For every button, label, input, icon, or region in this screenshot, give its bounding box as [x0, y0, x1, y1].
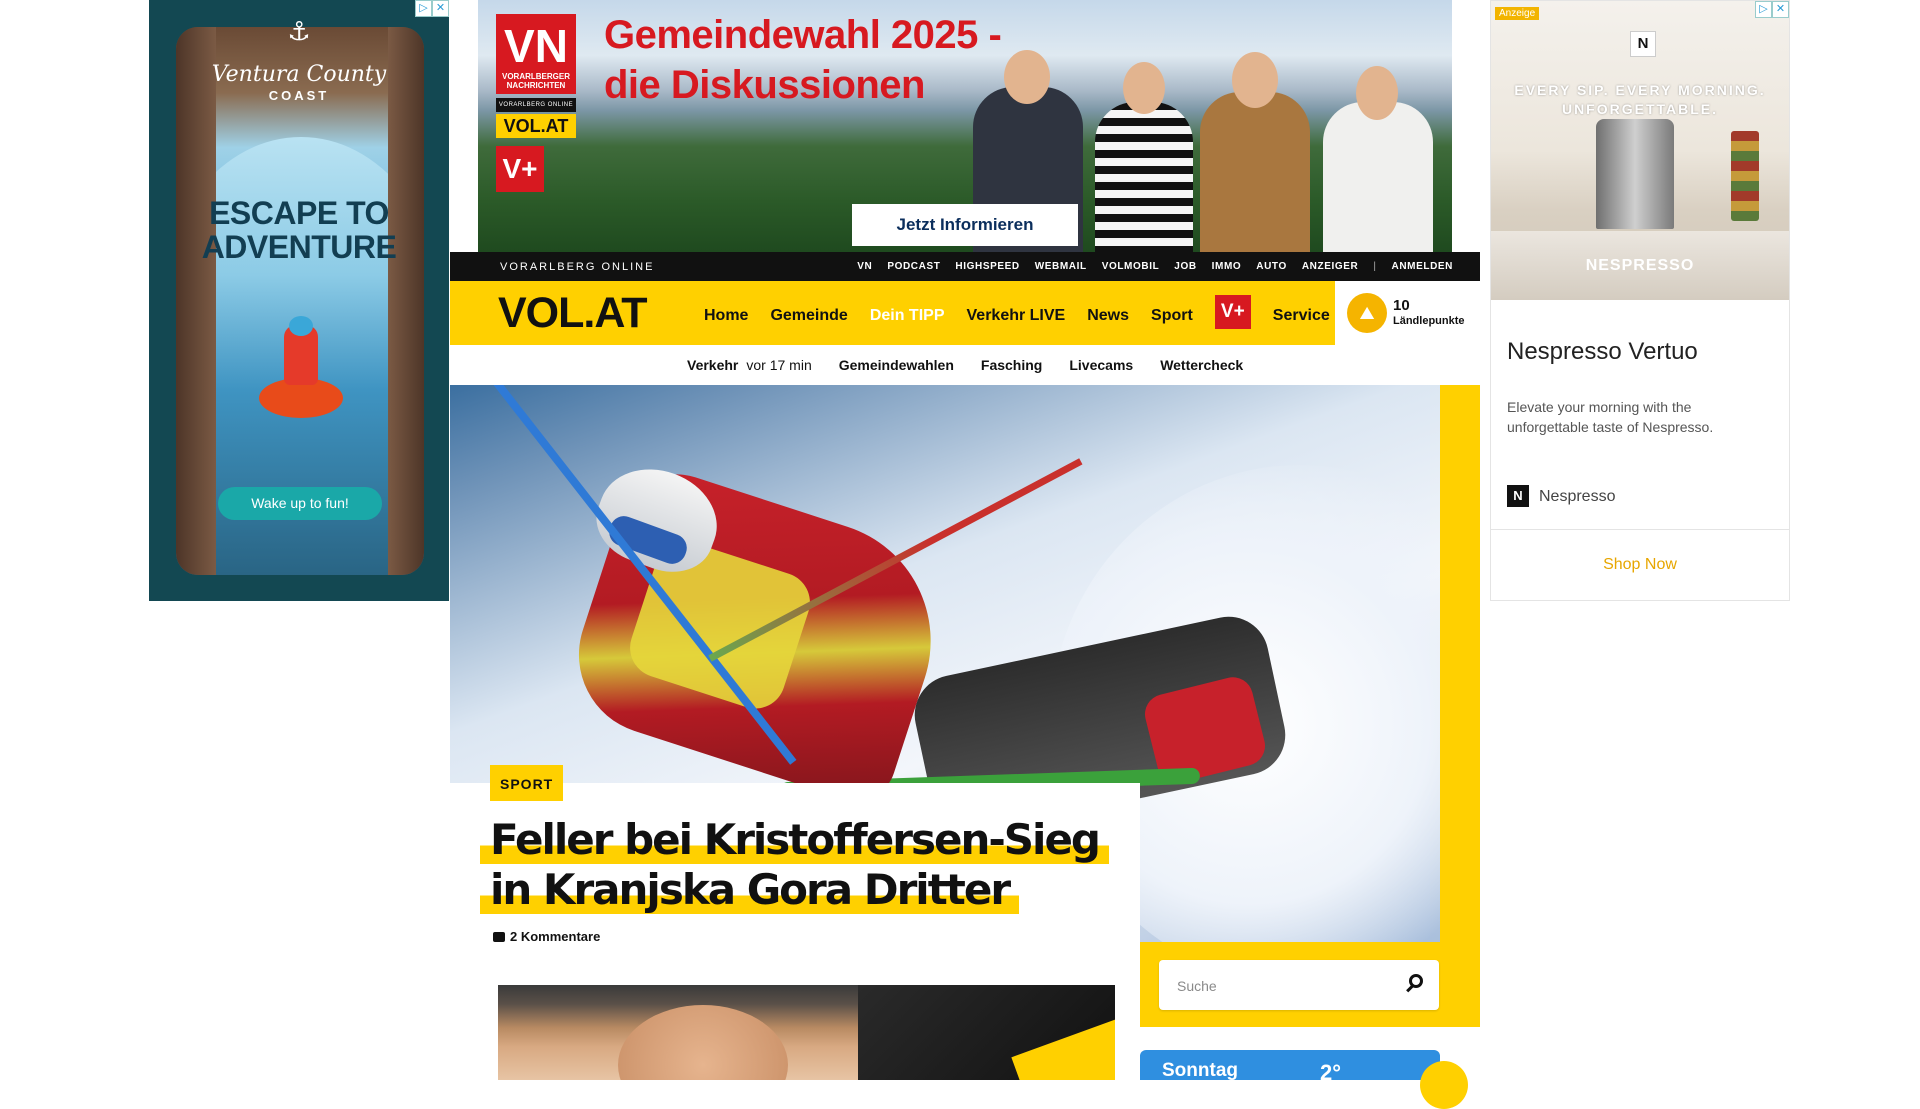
nav-item-sport[interactable]: Sport [1151, 307, 1193, 325]
mountain-icon: ⛰ [1347, 293, 1387, 333]
weather-day: Sonntag [1162, 1060, 1238, 1081]
points-label: Ländlepunkte [1393, 315, 1465, 327]
vn-sub-caption: VORARLBERG ONLINE [496, 98, 576, 112]
login-link[interactable]: ANMELDEN [1392, 261, 1453, 272]
utility-separator: | [1373, 261, 1377, 272]
utility-link-auto[interactable]: AUTO [1256, 261, 1287, 272]
ad-top-title-line2: die Diskussionen [604, 63, 925, 107]
nav-item-verkehr-live[interactable]: Verkehr LIVE [967, 307, 1066, 325]
adchoices-icon[interactable]: ▷ ✕ [415, 0, 449, 17]
nespresso-logo-icon: N [1630, 31, 1656, 57]
site-logo[interactable]: VOL.AT [498, 289, 647, 337]
nav-item-service[interactable]: Service [1273, 307, 1330, 325]
hero-headline[interactable]: Feller bei Kristoffersen-Sieg in Kranjsk… [480, 815, 1140, 915]
ad-left-brand-sub: COAST [268, 88, 330, 103]
panel-person-4 [1323, 102, 1433, 252]
utility-link-volmobil[interactable]: VOLMOBIL [1102, 261, 1160, 272]
ad-top-banner[interactable]: VN VORARLBERGER NACHRICHTEN VORARLBERG O… [478, 0, 1452, 252]
comment-icon [493, 931, 505, 942]
nav-item-dein-tipp[interactable]: Dein TIPP [870, 307, 945, 325]
hero-headline-text: Feller bei Kristoffersen-Sieg in Kranjsk… [480, 815, 1109, 914]
subnav-item-wettercheck[interactable]: Wettercheck [1160, 357, 1243, 373]
shop-now-button[interactable]: Shop Now [1491, 556, 1789, 574]
main-nav-items: Home Gemeinde Dein TIPP Verkehr LIVE New… [704, 295, 1330, 329]
utility-link-highspeed[interactable]: HIGHSPEED [955, 261, 1019, 272]
comments-link[interactable]: 2 Kommentare [493, 929, 600, 944]
nav-item-home[interactable]: Home [704, 307, 748, 325]
ad-right-divider [1491, 529, 1789, 530]
panel-person-2-head [1123, 62, 1165, 114]
utility-link-immo[interactable]: IMMO [1212, 261, 1242, 272]
advertiser-name[interactable]: Nespresso [1539, 488, 1615, 506]
utility-links: VN PODCAST HIGHSPEED WEBMAIL VOLMOBIL JO… [857, 261, 1453, 272]
ad-right-title[interactable]: Nespresso Vertuo [1507, 338, 1698, 366]
top-utility-bar: VORARLBERG ONLINE VN PODCAST HIGHSPEED W… [450, 252, 1480, 281]
subnav-verkehr-label: Verkehr [687, 357, 739, 373]
weather-widget[interactable]: Sonntag 2° [1140, 1050, 1440, 1085]
utility-link-anzeiger[interactable]: ANZEIGER [1302, 261, 1358, 272]
utility-link-job[interactable]: JOB [1174, 261, 1196, 272]
nav-item-gemeinde[interactable]: Gemeinde [770, 307, 847, 325]
hero-yellow-frame [1440, 385, 1480, 1027]
search-input[interactable] [1175, 973, 1399, 999]
panel-person-2 [1095, 102, 1193, 252]
vplus-logo: V+ [496, 146, 544, 192]
vn-logo: VN VORARLBERGER NACHRICHTEN [496, 14, 576, 94]
weather-temperature: 2° [1320, 1060, 1342, 1085]
ad-right-image[interactable]: Anzeige N EVERY SIP. EVERY MORNING. UNFO… [1491, 1, 1789, 300]
adchoices-icon[interactable]: ▷ ✕ [1755, 1, 1789, 18]
ad-right-slogan-line1: EVERY SIP. EVERY MORNING. [1514, 82, 1766, 98]
search-box [1159, 960, 1439, 1010]
nespresso-wordmark: NESPRESSO [1585, 257, 1695, 274]
utility-link-podcast[interactable]: PODCAST [887, 261, 940, 272]
ad-right-slogan: EVERY SIP. EVERY MORNING. UNFORGETTABLE. [1491, 81, 1789, 119]
ad-right-slogan-line2: UNFORGETTABLE. [1561, 101, 1719, 117]
article-teaser-image[interactable] [498, 985, 1115, 1080]
subnav-item-livecams[interactable]: Livecams [1069, 357, 1133, 373]
utility-link-webmail[interactable]: WEBMAIL [1035, 261, 1087, 272]
main-navigation: VOL.AT Home Gemeinde Dein TIPP Verkehr L… [450, 281, 1335, 345]
nav-item-news[interactable]: News [1087, 307, 1129, 325]
sub-nav-items: Verkehr vor 17 min Gemeindewahlen Faschin… [687, 357, 1243, 373]
panel-person-4-head [1356, 66, 1398, 120]
ad-left-headline: ESCAPE TO ADVENTURE [201, 195, 397, 265]
comments-count: 2 Kommentare [510, 929, 601, 944]
nav-vplus-button[interactable]: V+ [1214, 295, 1251, 329]
ad-top-title-line1: Gemeindewahl 2025 - [604, 13, 1002, 57]
subnav-verkehr-age: vor 17 min [746, 357, 812, 373]
ad-top-cta-button[interactable]: Jetzt Informieren [852, 204, 1078, 246]
sun-icon [1420, 1061, 1468, 1109]
coffee-machine-illustration [1596, 119, 1674, 229]
points-count: 10 [1393, 297, 1410, 314]
whale-tail-icon: ⚓ [287, 16, 311, 46]
panel-person-1-head [1004, 50, 1050, 104]
subnav-item-fasching[interactable]: Fasching [981, 357, 1042, 373]
volat-badge: VOL.AT [496, 114, 576, 138]
vn-logo-letters: VN [504, 20, 568, 72]
ad-left-brand: Ventura County [211, 62, 387, 87]
ad-left-skyscraper[interactable]: ▷ ✕ ⚓ Ventura County COAST ESCAPE TO ADVE… [149, 0, 449, 601]
utility-link-vn[interactable]: VN [857, 261, 872, 272]
subnav-item-gemeindewahlen[interactable]: Gemeindewahlen [839, 357, 954, 373]
sub-navigation: Verkehr vor 17 min Gemeindewahlen Faschin… [450, 345, 1480, 385]
ad-top-title: Gemeindewahl 2025 - die Diskussionen [604, 10, 1002, 110]
panel-person-3-head [1232, 52, 1278, 108]
points-widget[interactable]: ⛰ 10 Ländlepunkte [1335, 281, 1480, 345]
subnav-item-verkehr[interactable]: Verkehr vor 17 min [687, 357, 812, 373]
ad-label-badge: Anzeige [1495, 7, 1540, 20]
ad-right-text: Elevate your morning with the unforgetta… [1507, 399, 1714, 435]
category-tag[interactable]: SPORT [490, 765, 564, 801]
vn-logo-caption: VORARLBERGER NACHRICHTEN [501, 72, 570, 90]
site-label: VORARLBERG ONLINE [500, 261, 655, 273]
paddler-helmet [289, 316, 313, 336]
capsule-rack-illustration [1731, 131, 1759, 221]
search-icon[interactable] [1409, 974, 1423, 988]
advertiser-logo-icon: N [1507, 485, 1529, 507]
ad-right-native[interactable]: Anzeige N EVERY SIP. EVERY MORNING. UNFO… [1490, 0, 1790, 601]
ad-left-cta-button[interactable]: Wake up to fun! [218, 487, 382, 520]
panel-person-3 [1200, 92, 1310, 252]
